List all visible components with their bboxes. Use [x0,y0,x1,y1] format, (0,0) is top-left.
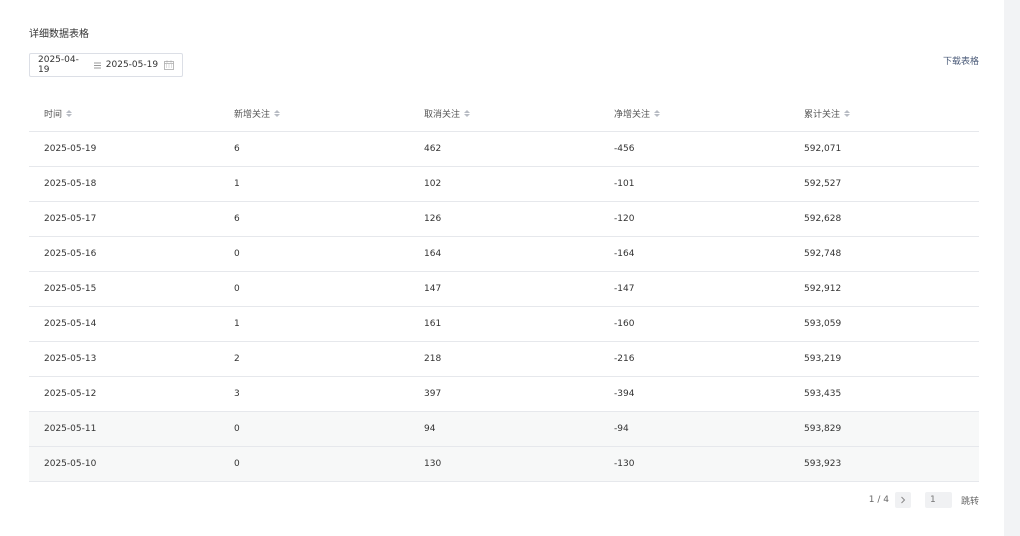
cell-total-follows: 592,071 [789,131,979,167]
cell-unfollows: 218 [409,341,599,377]
cell-net-follows: -101 [599,166,789,202]
cell-total-follows: 593,219 [789,341,979,377]
cell-unfollows: 130 [409,446,599,482]
cell-date: 2025-05-16 [29,236,219,272]
cell-new-follows: 3 [219,376,409,412]
table-row: 2025-05-17 6 126 -120 592,628 [29,201,979,237]
table-row: 2025-05-11 0 94 -94 593,829 [29,411,979,447]
cell-unfollows: 397 [409,376,599,412]
cell-unfollows: 102 [409,166,599,202]
chevron-right-icon [901,496,906,504]
cell-new-follows: 0 [219,411,409,447]
cell-date: 2025-05-15 [29,271,219,307]
cell-total-follows: 593,059 [789,306,979,342]
cell-new-follows: 0 [219,271,409,307]
cell-new-follows: 6 [219,201,409,237]
cell-total-follows: 592,527 [789,166,979,202]
jump-button[interactable]: 跳转 [961,494,979,507]
date-range-start[interactable]: 2025-04-19 [38,55,88,75]
cell-date: 2025-05-14 [29,306,219,342]
table-row: 2025-05-18 1 102 -101 592,527 [29,166,979,202]
cell-date: 2025-05-10 [29,446,219,482]
cell-total-follows: 593,923 [789,446,979,482]
sort-icon[interactable] [654,109,661,117]
cell-net-follows: -164 [599,236,789,272]
cell-date: 2025-05-19 [29,131,219,167]
table-row: 2025-05-19 6 462 -456 592,071 [29,131,979,167]
table-row: 2025-05-10 0 130 -130 593,923 [29,446,979,482]
cell-net-follows: -160 [599,306,789,342]
page-number-input[interactable] [924,492,952,508]
pagination: 1 / 4 跳转 [869,492,979,508]
column-header-unfollows[interactable]: 取消关注 [409,96,599,132]
cell-new-follows: 0 [219,446,409,482]
cell-total-follows: 592,912 [789,271,979,307]
table-row: 2025-05-12 3 397 -394 593,435 [29,376,979,412]
download-table-link[interactable]: 下载表格 [943,54,979,67]
sort-icon[interactable] [844,109,851,117]
cell-total-follows: 592,748 [789,236,979,272]
table-row: 2025-05-13 2 218 -216 593,219 [29,341,979,377]
table-row: 2025-05-16 0 164 -164 592,748 [29,236,979,272]
cell-new-follows: 6 [219,131,409,167]
cell-unfollows: 126 [409,201,599,237]
column-header-total-follows[interactable]: 累计关注 [789,96,979,132]
cell-unfollows: 164 [409,236,599,272]
data-card: 详细数据表格 2025-04-19 2025-05-19 下载表格 时间 新增关… [0,0,1004,536]
cell-date: 2025-05-12 [29,376,219,412]
table-row: 2025-05-14 1 161 -160 593,059 [29,306,979,342]
cell-new-follows: 1 [219,166,409,202]
section-title: 详细数据表格 [29,29,89,40]
cell-net-follows: -216 [599,341,789,377]
cell-unfollows: 161 [409,306,599,342]
cell-unfollows: 462 [409,131,599,167]
cell-unfollows: 147 [409,271,599,307]
cell-net-follows: -456 [599,131,789,167]
sort-icon[interactable] [274,109,281,117]
column-header-time[interactable]: 时间 [29,96,219,132]
column-header-net-follows[interactable]: 净增关注 [599,96,789,132]
date-range-picker[interactable]: 2025-04-19 2025-05-19 [29,53,183,77]
page-status: 1 / 4 [868,495,889,505]
cell-new-follows: 0 [219,236,409,272]
cell-unfollows: 94 [409,411,599,447]
cell-date: 2025-05-18 [29,166,219,202]
date-range-end[interactable]: 2025-05-19 [106,60,160,70]
cell-net-follows: -94 [599,411,789,447]
cell-new-follows: 2 [219,341,409,377]
table-row: 2025-05-15 0 147 -147 592,912 [29,271,979,307]
column-header-new-follows[interactable]: 新增关注 [219,96,409,132]
cell-net-follows: -120 [599,201,789,237]
cell-date: 2025-05-17 [29,201,219,237]
cell-new-follows: 1 [219,306,409,342]
cell-net-follows: -394 [599,376,789,412]
cell-total-follows: 593,435 [789,376,979,412]
cell-net-follows: -147 [599,271,789,307]
cell-total-follows: 593,829 [789,411,979,447]
next-page-button[interactable] [894,492,911,508]
data-table: 时间 新增关注 取消关注 净增关注 累计关注 2025-05-19 6 462 … [29,96,979,482]
table-header-row: 时间 新增关注 取消关注 净增关注 累计关注 [29,96,979,132]
range-separator-icon [88,61,105,70]
sort-icon[interactable] [464,109,471,117]
cell-date: 2025-05-11 [29,411,219,447]
sort-icon[interactable] [66,109,73,117]
cell-net-follows: -130 [599,446,789,482]
cell-total-follows: 592,628 [789,201,979,237]
calendar-icon[interactable] [164,60,174,70]
cell-date: 2025-05-13 [29,341,219,377]
